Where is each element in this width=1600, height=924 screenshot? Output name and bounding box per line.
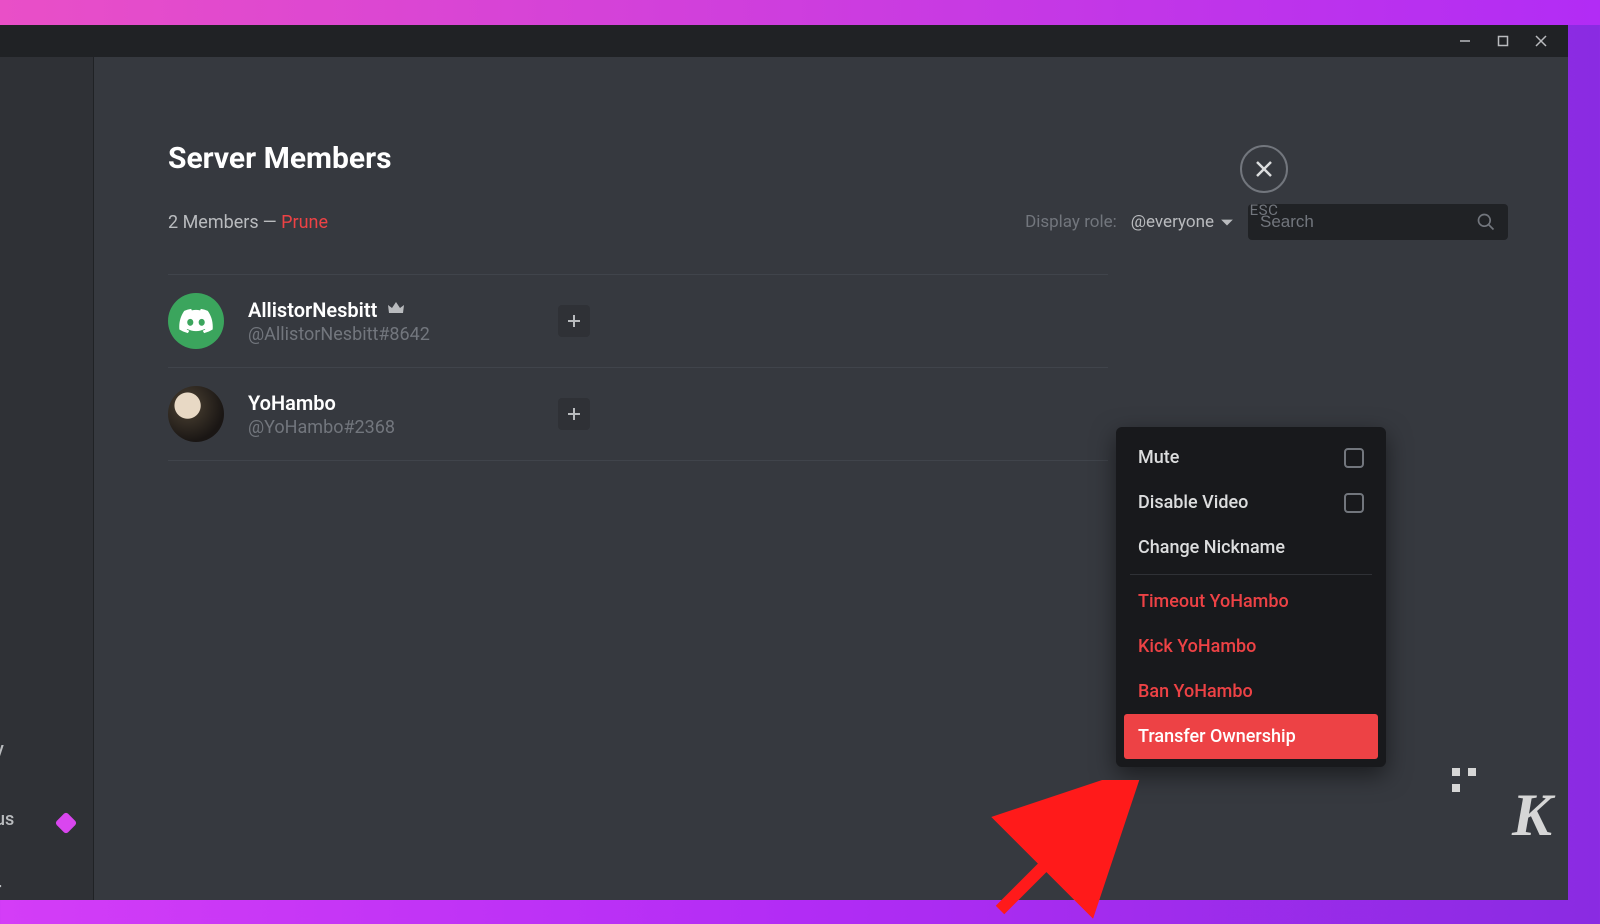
member-count: 2 Members	[168, 212, 259, 233]
member-count-block: 2 Members — Prune	[168, 212, 328, 233]
menu-kick[interactable]: Kick YoHambo	[1124, 624, 1378, 669]
search-icon	[1476, 212, 1496, 232]
role-selected-value: @everyone	[1131, 212, 1214, 232]
menu-disable-video[interactable]: Disable Video	[1124, 480, 1378, 525]
close-panel: ESC	[1240, 145, 1288, 219]
menu-label: Transfer Ownership	[1138, 726, 1296, 747]
menu-mute[interactable]: Mute	[1124, 435, 1378, 480]
checkbox-icon[interactable]	[1344, 448, 1364, 468]
member-context-menu: Mute Disable Video Change Nickname Timeo…	[1116, 427, 1386, 767]
avatar[interactable]	[168, 386, 224, 442]
close-button[interactable]	[1240, 145, 1288, 193]
search-input[interactable]	[1260, 212, 1460, 232]
member-name: AllistorNesbitt	[248, 298, 377, 322]
plus-icon	[566, 406, 582, 422]
member-list: AllistorNesbitt @AllistorNesbitt#8642	[168, 274, 1108, 461]
owner-crown-icon	[387, 300, 405, 319]
close-icon	[1253, 158, 1275, 180]
settings-sidebar: y us r	[0, 57, 94, 900]
member-info: AllistorNesbitt @AllistorNesbitt#8642	[248, 298, 1108, 345]
add-role-button[interactable]	[558, 305, 590, 337]
window-close-button[interactable]	[1522, 27, 1560, 55]
member-name: YoHambo	[248, 391, 336, 415]
menu-label: Ban YoHambo	[1138, 681, 1253, 702]
menu-separator	[1130, 574, 1372, 575]
discord-logo-icon	[179, 308, 213, 334]
role-select[interactable]: @everyone	[1131, 212, 1234, 232]
checkbox-icon[interactable]	[1344, 493, 1364, 513]
prune-link[interactable]: Prune	[281, 212, 328, 233]
plus-icon	[566, 313, 582, 329]
display-role-label: Display role:	[1025, 212, 1117, 232]
member-row[interactable]: AllistorNesbitt @AllistorNesbitt#8642	[168, 274, 1108, 368]
minimize-icon	[1458, 34, 1472, 48]
menu-label: Change Nickname	[1138, 537, 1285, 558]
member-tag: @AllistorNesbitt#8642	[248, 324, 1108, 345]
toolbar-row: 2 Members — Prune Display role: @everyon…	[168, 204, 1508, 240]
sidebar-item-fragment[interactable]: r	[0, 879, 1, 900]
close-icon	[1534, 34, 1548, 48]
window-minimize-button[interactable]	[1446, 27, 1484, 55]
chevron-down-icon	[1220, 215, 1234, 229]
menu-label: Kick YoHambo	[1138, 636, 1256, 657]
browser-chrome-gradient	[0, 0, 1600, 25]
member-info: YoHambo @YoHambo#2368	[248, 391, 1108, 438]
watermark-logo: K	[1512, 781, 1550, 850]
watermark-dots	[1452, 768, 1476, 792]
member-row[interactable]: YoHambo @YoHambo#2368	[168, 368, 1108, 461]
avatar[interactable]	[168, 293, 224, 349]
maximize-icon	[1496, 34, 1510, 48]
add-role-button[interactable]	[558, 398, 590, 430]
separator: —	[263, 212, 282, 233]
member-tag: @YoHambo#2368	[248, 417, 1108, 438]
window-maximize-button[interactable]	[1484, 27, 1522, 55]
sidebar-item-fragment[interactable]: y	[0, 739, 4, 760]
page-title: Server Members	[168, 141, 1508, 176]
window-titlebar	[0, 25, 1568, 57]
menu-label: Timeout YoHambo	[1138, 591, 1289, 612]
esc-label: ESC	[1250, 201, 1279, 219]
menu-label: Disable Video	[1138, 492, 1248, 513]
boost-gem-icon	[55, 812, 78, 835]
menu-timeout[interactable]: Timeout YoHambo	[1124, 579, 1378, 624]
menu-change-nickname[interactable]: Change Nickname	[1124, 525, 1378, 570]
menu-transfer-ownership[interactable]: Transfer Ownership	[1124, 714, 1378, 759]
menu-ban[interactable]: Ban YoHambo	[1124, 669, 1378, 714]
menu-label: Mute	[1138, 447, 1179, 468]
sidebar-item-fragment[interactable]: us	[0, 809, 14, 830]
